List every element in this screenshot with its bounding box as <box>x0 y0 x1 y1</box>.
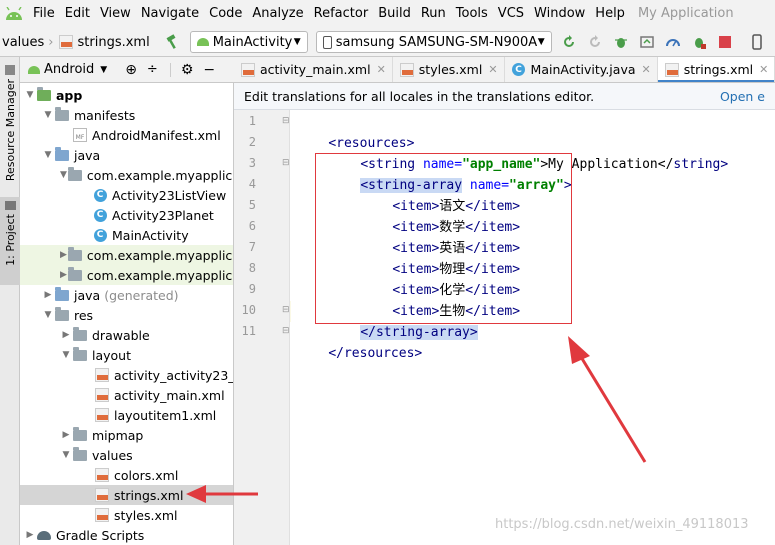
watermark: https://blog.csdn.net/weixin_49118013 <box>495 517 749 532</box>
annotation-arrows <box>186 336 647 503</box>
annotation-arrow-editor <box>568 336 647 463</box>
annotation-arrow-tree <box>186 485 258 503</box>
